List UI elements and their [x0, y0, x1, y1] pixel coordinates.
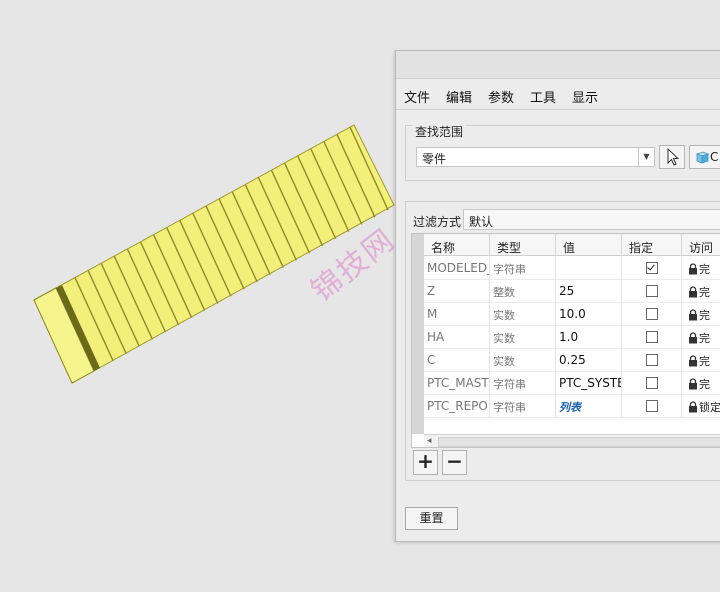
column-header-value[interactable]: 值: [556, 234, 622, 256]
lookin-select[interactable]: 零件 ▼: [416, 147, 655, 167]
lock-icon: [688, 331, 698, 347]
access-label: 完: [699, 263, 710, 276]
menu-parameters[interactable]: 参数: [488, 87, 514, 106]
dialog-titlebar[interactable]: [396, 51, 720, 79]
cursor-arrow-icon: [667, 147, 680, 166]
param-type[interactable]: 实数: [490, 325, 556, 348]
designate-checkbox[interactable]: [646, 354, 658, 366]
param-type[interactable]: 实数: [490, 302, 556, 325]
remove-parameter-button[interactable]: −: [442, 450, 467, 475]
param-value[interactable]: 1.0: [556, 325, 622, 348]
table-row[interactable]: MODELED_ 字符串 完: [424, 256, 720, 280]
lock-icon: [688, 400, 698, 416]
reset-button[interactable]: 重置: [405, 507, 458, 530]
part-select-button[interactable]: C: [689, 145, 720, 169]
menu-tools[interactable]: 工具: [530, 87, 556, 106]
access-cell[interactable]: 完: [682, 279, 720, 302]
row-selector-gutter[interactable]: [412, 234, 424, 434]
lock-icon: [688, 354, 698, 370]
scrollbar-thumb[interactable]: [438, 437, 720, 447]
access-cell[interactable]: 完: [682, 348, 720, 371]
column-header-access[interactable]: 访问: [682, 234, 720, 256]
table-row[interactable]: PTC_MAST 字符串 PTC_SYSTE 完: [424, 371, 720, 395]
param-name[interactable]: Z: [424, 279, 490, 302]
param-value[interactable]: 25: [556, 279, 622, 302]
table-row[interactable]: M 实数 10.0 完: [424, 302, 720, 326]
param-value-list-link[interactable]: 列表: [556, 394, 622, 417]
lock-icon: [688, 308, 698, 324]
designate-checkbox[interactable]: [646, 285, 658, 297]
access-label: 锁定: [699, 401, 720, 414]
lock-icon: [688, 262, 698, 278]
access-label: 完: [699, 355, 710, 368]
menu-display[interactable]: 显示: [572, 87, 598, 106]
param-name[interactable]: MODELED_: [424, 256, 490, 279]
designate-cell: [622, 394, 682, 417]
column-header-type[interactable]: 类型: [490, 234, 556, 256]
dropdown-arrow-icon[interactable]: ▼: [638, 148, 654, 166]
param-type[interactable]: 字符串: [490, 394, 556, 417]
designate-checkbox[interactable]: [646, 308, 658, 320]
scroll-left-icon[interactable]: ◂: [427, 436, 432, 446]
designate-cell: [622, 302, 682, 325]
access-label: 完: [699, 378, 710, 391]
menu-edit[interactable]: 编辑: [446, 87, 472, 106]
designate-checkbox[interactable]: [646, 262, 658, 274]
part-select-label: C: [710, 150, 719, 164]
designate-checkbox[interactable]: [646, 377, 658, 389]
column-header-designate[interactable]: 指定: [622, 234, 682, 256]
table-row[interactable]: Z 整数 25 完: [424, 279, 720, 303]
access-label: 完: [699, 309, 710, 322]
param-name[interactable]: PTC_MAST: [424, 371, 490, 394]
param-type[interactable]: 字符串: [490, 371, 556, 394]
filter-label: 过滤方式: [413, 215, 462, 229]
param-value[interactable]: 0.25: [556, 348, 622, 371]
access-cell[interactable]: 完: [682, 302, 720, 325]
designate-cell: [622, 348, 682, 371]
access-cell[interactable]: 完: [682, 256, 720, 279]
filter-value: 默认: [469, 215, 494, 229]
table-row[interactable]: PTC_REPOI 字符串 列表 锁定: [424, 394, 720, 418]
param-type[interactable]: 实数: [490, 348, 556, 371]
designate-cell: [622, 325, 682, 348]
lookin-legend: 查找范围: [412, 123, 467, 140]
access-cell[interactable]: 完: [682, 371, 720, 394]
access-cell[interactable]: 完: [682, 325, 720, 348]
param-name[interactable]: HA: [424, 325, 490, 348]
access-label: 完: [699, 286, 710, 299]
designate-checkbox[interactable]: [646, 331, 658, 343]
filter-select[interactable]: 默认: [463, 209, 720, 230]
param-value[interactable]: 10.0: [556, 302, 622, 325]
param-value[interactable]: [556, 256, 622, 279]
param-type[interactable]: 整数: [490, 279, 556, 302]
param-type[interactable]: 字符串: [490, 256, 556, 279]
part-cube-icon: [695, 151, 710, 164]
lookin-selected-value: 零件: [422, 152, 447, 166]
lock-icon: [688, 285, 698, 301]
lock-icon: [688, 377, 698, 393]
column-header-name[interactable]: 名称: [424, 234, 490, 256]
table-row[interactable]: HA 实数 1.0 完: [424, 325, 720, 349]
param-name[interactable]: PTC_REPOI: [424, 394, 490, 417]
select-pointer-button[interactable]: [659, 145, 685, 169]
table-row[interactable]: C 实数 0.25 完: [424, 348, 720, 372]
designate-cell: [622, 371, 682, 394]
param-value[interactable]: PTC_SYSTE: [556, 371, 622, 394]
menu-bar: 文件 编辑 参数 工具 显示: [396, 79, 720, 110]
designate-cell: [622, 279, 682, 302]
param-name[interactable]: C: [424, 348, 490, 371]
param-name[interactable]: M: [424, 302, 490, 325]
access-cell[interactable]: 锁定: [682, 394, 720, 417]
designate-checkbox[interactable]: [646, 400, 658, 412]
parameters-table: 名称 类型 值 指定 访问 MODELED_ 字符串 完 Z 整数 25 完 M…: [411, 233, 720, 448]
access-label: 完: [699, 332, 710, 345]
designate-cell: [622, 256, 682, 279]
add-parameter-button[interactable]: +: [413, 450, 438, 475]
horizontal-scrollbar[interactable]: ◂: [424, 434, 720, 447]
menu-file[interactable]: 文件: [404, 87, 430, 106]
